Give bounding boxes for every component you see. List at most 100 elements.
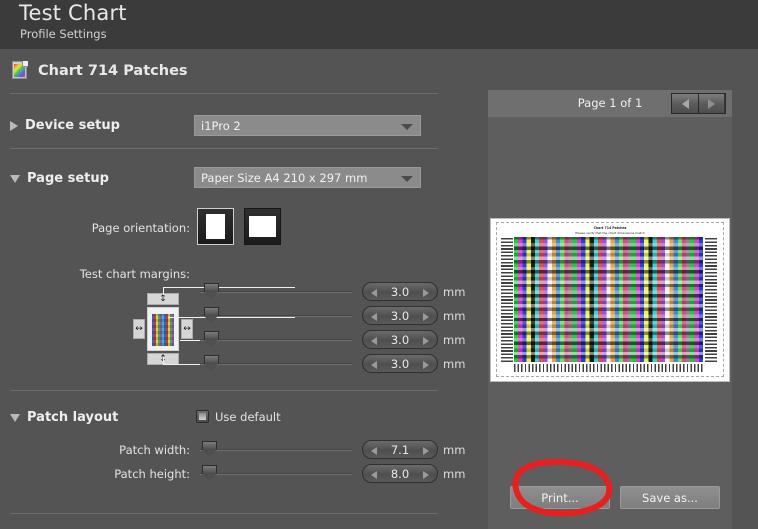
device-select-value: i1Pro 2 [201, 119, 241, 133]
device-setup-group-header[interactable]: Device setup [10, 118, 120, 133]
prev-page-button[interactable] [672, 94, 698, 113]
margin-spinner-right[interactable]: 3.0 [362, 330, 438, 349]
patch-layout-group-header[interactable]: Patch layout [10, 410, 118, 425]
preview-color-patches [514, 237, 703, 362]
portrait-thumbnail-icon [206, 214, 225, 239]
spinner-increment-icon[interactable] [423, 471, 429, 479]
slider-track[interactable] [200, 291, 352, 293]
slider-knob[interactable] [202, 465, 217, 480]
margin-slider-right[interactable] [200, 330, 352, 348]
paper-size-select[interactable]: Paper Size A4 210 x 297 mm [194, 167, 421, 188]
save-as-button[interactable]: Save as... [620, 486, 720, 509]
next-page-button[interactable] [698, 94, 724, 113]
patch-width-value: 7.1 [391, 443, 409, 457]
color-chart-document-icon [12, 61, 29, 80]
app-subtitle: Profile Settings [20, 27, 107, 41]
page-nav-buttons [671, 93, 726, 114]
margin-top-value: 3.0 [391, 285, 409, 299]
spinner-decrement-icon[interactable] [371, 361, 377, 369]
chevron-right-icon[interactable] [10, 121, 18, 131]
spinner-decrement-icon[interactable] [371, 337, 377, 345]
margin-right-value: 3.0 [391, 333, 409, 347]
spinner-increment-icon[interactable] [423, 313, 429, 321]
test-chart-window: Test Chart Profile Settings Chart 714 Pa… [0, 0, 758, 529]
margin-spinner-left[interactable]: 3.0 [362, 306, 438, 325]
divider-margins-patch [10, 390, 438, 391]
page-orientation-label: Page orientation: [40, 221, 190, 235]
spinner-increment-icon[interactable] [423, 337, 429, 345]
patch-width-slider[interactable] [200, 440, 352, 458]
margin-bottom-value: 3.0 [391, 357, 409, 371]
margin-page-icon [147, 307, 179, 351]
chart-heading: Chart 714 Patches [12, 61, 188, 80]
leader-line-top-v [163, 287, 164, 295]
patch-width-unit: mm [443, 443, 465, 457]
spinner-decrement-icon[interactable] [371, 313, 377, 321]
print-button[interactable]: Print... [510, 486, 610, 509]
margin-spinner-top[interactable]: 3.0 [362, 282, 438, 301]
preview-right-ticks [705, 237, 717, 362]
preview-bottom-ticks [514, 364, 703, 372]
margin-top-unit: mm [443, 285, 465, 299]
patch-width-spinner[interactable]: 7.1 [362, 440, 438, 459]
spinner-decrement-icon[interactable] [371, 289, 377, 297]
margin-slider-top[interactable] [200, 282, 352, 300]
slider-knob[interactable] [204, 331, 219, 346]
slider-track[interactable] [200, 473, 352, 475]
chevron-down-icon [401, 124, 413, 130]
margin-right-unit: mm [443, 333, 465, 347]
title-bar: Test Chart Profile Settings [0, 0, 758, 49]
chevron-down-icon[interactable] [10, 414, 20, 422]
spinner-decrement-icon[interactable] [371, 447, 377, 455]
slider-track[interactable] [200, 363, 352, 365]
margin-bottom-unit: mm [443, 357, 465, 371]
chevron-down-icon [401, 176, 413, 182]
patch-height-slider[interactable] [200, 464, 352, 482]
divider-device-page [10, 148, 438, 149]
slider-knob[interactable] [204, 307, 219, 322]
preview-paper: Chart 714 Patches Please verify that the… [496, 222, 724, 377]
patch-height-spinner[interactable]: 8.0 [362, 464, 438, 483]
slider-knob[interactable] [204, 283, 219, 298]
slider-knob[interactable] [204, 355, 219, 370]
chevron-down-icon[interactable] [10, 175, 20, 183]
chart-preview[interactable]: Chart 714 Patches Please verify that the… [490, 218, 730, 382]
slider-track[interactable] [200, 315, 352, 317]
divider-bottom [10, 513, 438, 514]
slider-track[interactable] [200, 449, 352, 451]
margin-left-unit: mm [443, 309, 465, 323]
patch-layout-label: Patch layout [27, 410, 118, 425]
slider-track[interactable] [200, 339, 352, 341]
preview-panel: Page 1 of 1 Chart 714 Patches Please ver… [488, 90, 732, 529]
margin-slider-left[interactable] [200, 306, 352, 324]
margin-slider-bottom[interactable] [200, 354, 352, 372]
spinner-increment-icon[interactable] [423, 447, 429, 455]
orientation-portrait-button[interactable] [197, 208, 234, 245]
page-setup-group-header[interactable]: Page setup [10, 171, 109, 186]
device-select[interactable]: i1Pro 2 [194, 115, 421, 136]
use-default-label: Use default [215, 410, 335, 424]
margin-handle-left: ↔ [133, 319, 145, 339]
test-chart-margins-label: Test chart margins: [30, 267, 190, 281]
print-button-label: Print... [541, 491, 578, 505]
use-default-checkbox[interactable] [196, 410, 209, 423]
patch-height-value: 8.0 [391, 467, 409, 481]
leader-line-bottom-v [163, 357, 164, 365]
device-setup-label: Device setup [25, 118, 120, 133]
save-as-button-label: Save as... [642, 491, 698, 505]
page-title: Chart 714 Patches [38, 63, 188, 79]
chevron-left-icon [682, 99, 689, 109]
margin-diagram: ↕ ↕ ↔ ↔ [133, 293, 193, 365]
spinner-decrement-icon[interactable] [371, 471, 377, 479]
margin-spinner-bottom[interactable]: 3.0 [362, 354, 438, 373]
patch-height-label: Patch height: [55, 467, 190, 481]
spinner-increment-icon[interactable] [423, 289, 429, 297]
margin-handle-right: ↔ [181, 319, 193, 339]
spinner-increment-icon[interactable] [423, 361, 429, 369]
margin-left-value: 3.0 [391, 309, 409, 323]
slider-knob[interactable] [202, 441, 217, 456]
landscape-thumbnail-icon [249, 216, 276, 237]
preview-left-ticks [501, 237, 513, 362]
preview-header: Page 1 of 1 [488, 90, 732, 117]
orientation-landscape-button[interactable] [244, 208, 281, 245]
